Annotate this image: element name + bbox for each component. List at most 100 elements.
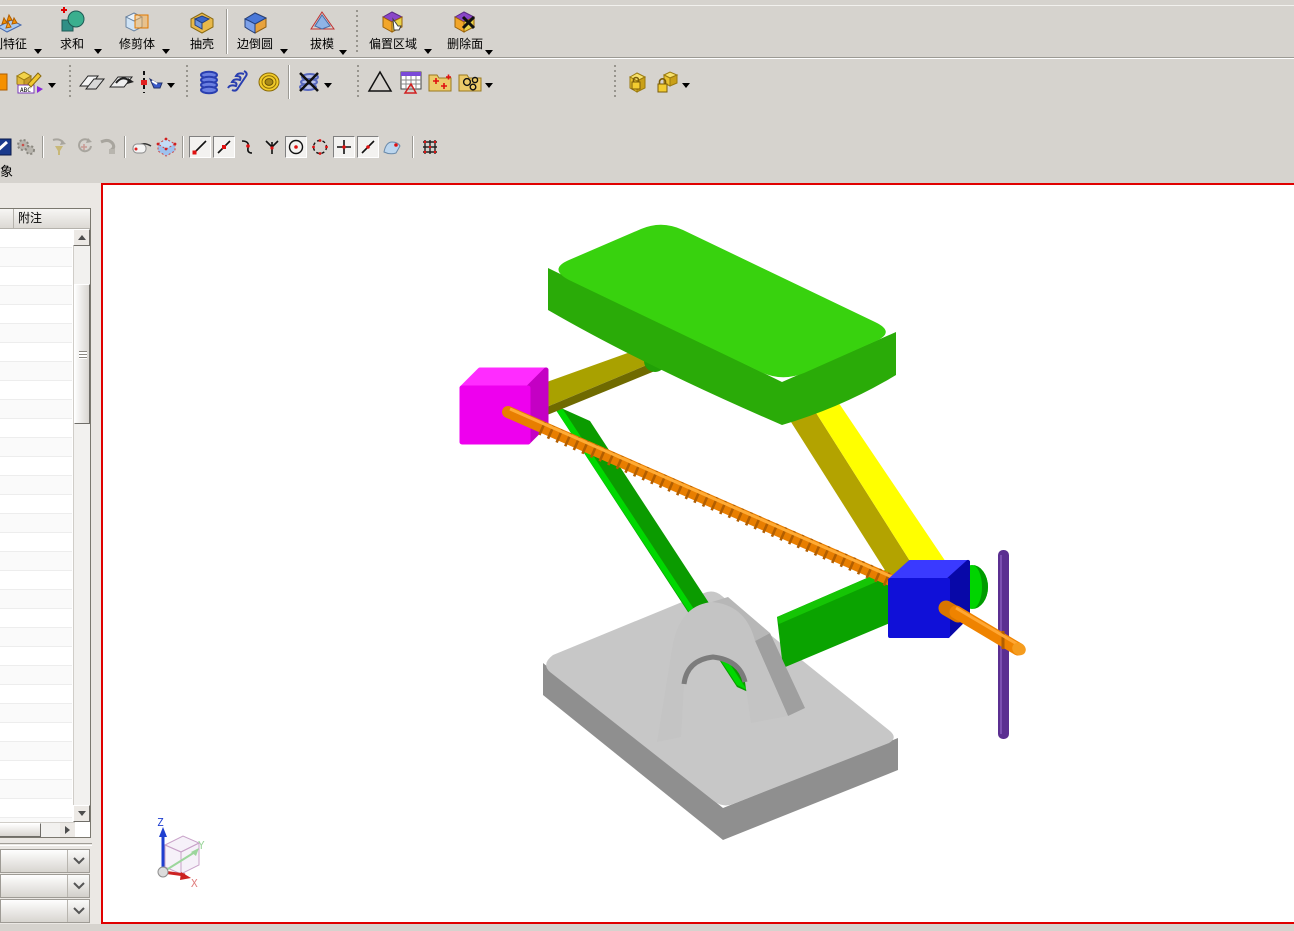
snap-quadrant-toggle[interactable] [309,136,331,158]
pattern-feature-icon [0,7,24,37]
expand-button[interactable] [67,875,89,897]
snap-filter-button[interactable] [48,135,72,159]
reverse-face-icon [108,70,136,94]
status-cue-line: 象 [0,162,1294,183]
unite-dropdown-icon[interactable] [94,49,102,54]
pattern-feature-label: 列特征 [0,37,27,51]
scroll-right-button[interactable] [60,823,75,837]
tools-toolbar: ABC [0,59,1294,104]
shell-button[interactable]: 抽壳 [182,6,222,57]
selection-filter-button[interactable] [0,135,14,159]
toolbar-separator [288,65,290,99]
snap-existing-point-icon [335,138,353,156]
delete-face-button[interactable]: 删除面 [442,6,495,57]
gear-pair-button[interactable] [14,135,38,159]
vertical-scrollbar[interactable] [73,229,90,822]
shell-label: 抽壳 [190,37,214,51]
snap-existing-point-toggle[interactable] [333,136,355,158]
collapsed-group-bar[interactable] [0,874,90,898]
horizontal-scrollbar[interactable] [0,822,75,837]
triangle-mesh-icon [367,69,393,95]
spring-wire-icon [226,69,252,95]
delete-spring-dropdown-icon[interactable] [324,83,332,88]
snap-endpoint-toggle[interactable] [189,136,211,158]
toolbar-grip[interactable] [613,65,617,99]
snap-point-on-curve-icon [239,138,257,156]
pattern-feature-button[interactable]: 列特征 [0,6,32,57]
draft-button[interactable]: 拔模 [302,6,349,57]
scroll-up-button[interactable] [73,229,90,246]
triangle-mesh-button[interactable] [365,66,395,98]
snap-point-on-line-toggle[interactable] [357,136,379,158]
shell-icon [187,7,217,37]
measure-dropdown-icon[interactable] [167,83,175,88]
snap-point-on-curve-toggle[interactable] [237,136,259,158]
snap-pick-button[interactable] [96,135,120,159]
spring-coil-button[interactable] [194,66,224,98]
folder-dropdown-icon[interactable] [485,83,493,88]
datum-face-button[interactable] [77,66,107,98]
measure-distance-button[interactable] [137,66,167,98]
annotation-dropdown-icon[interactable] [48,83,56,88]
offset-region-button[interactable]: 偏置区域 [364,6,422,57]
part-family-table-button[interactable] [395,66,425,98]
snap-toolbar [0,131,1294,162]
annotation-table[interactable]: 附注 [0,208,91,838]
toolbar-grip[interactable] [355,10,359,53]
gear-pair-icon [15,136,37,158]
collapsed-group-bar[interactable] [0,849,90,873]
snap-intersection-icon [263,138,281,156]
coil-washer-button[interactable] [254,66,284,98]
clipped-button[interactable] [0,66,12,98]
offset-region-dropdown-icon[interactable] [424,49,432,54]
edge-blend-button[interactable]: 边倒圆 [232,6,278,57]
trim-body-button[interactable]: 修剪体 [114,6,160,57]
lock-assembly-button[interactable] [622,66,652,98]
draft-dropdown-icon[interactable] [339,50,347,55]
graphics-viewport[interactable]: Z X Y [101,183,1294,924]
snap-point-on-face-toggle[interactable] [381,136,403,158]
snap-arc-center-toggle[interactable] [285,136,307,158]
scrollbar-thumb[interactable] [74,284,90,424]
scroll-up-icon [78,235,86,240]
points-folder-button[interactable] [425,66,455,98]
expand-button[interactable] [67,850,89,872]
snap-pick-icon [97,136,119,158]
reverse-face-button[interactable] [107,66,137,98]
expand-button[interactable] [67,900,89,922]
header-col-note: 附注 [14,209,90,228]
scroll-down-button[interactable] [73,805,90,822]
snap-point-on-face-icon [382,138,402,156]
snap-intersection-toggle[interactable] [261,136,283,158]
lock-dropdown-icon[interactable] [682,83,690,88]
delete-face-dropdown-icon[interactable] [485,50,493,55]
snap-arc-center-icon [287,138,305,156]
unite-button[interactable]: 求和 [52,6,92,57]
svg-text:ABC: ABC [20,87,31,94]
toolbar-grip[interactable] [356,65,360,99]
grid-snap-button[interactable] [418,135,442,159]
end-point-button[interactable] [130,135,154,159]
spring-wire-button[interactable] [224,66,254,98]
hscrollbar-thumb[interactable] [0,823,41,837]
offset-region-label: 偏置区域 [369,37,417,51]
triad-y-label: Y [198,839,205,852]
edge-blend-dropdown-icon[interactable] [280,49,288,54]
snap-midpoint-toggle[interactable] [213,136,235,158]
screw-shaft [946,608,1028,658]
toolbar-grip[interactable] [185,65,189,99]
trim-body-dropdown-icon[interactable] [162,49,170,54]
collapsed-group-bar[interactable] [0,899,90,923]
bounding-box-button[interactable] [154,135,178,159]
toolbar-grip[interactable] [68,65,72,99]
snap-rotate-button[interactable] [72,135,96,159]
pattern-feature-dropdown-icon[interactable] [34,49,42,54]
annotation-editor-button[interactable]: ABC [12,66,48,98]
orientation-triad[interactable]: Z X Y [157,816,205,890]
lock-assembly-alt-button[interactable] [652,66,682,98]
datum-face-icon [78,70,106,94]
snap-point-on-line-icon [359,138,377,156]
delete-spring-button[interactable] [294,66,324,98]
annotation-table-rows[interactable] [0,229,72,822]
circles-folder-button[interactable] [455,66,485,98]
